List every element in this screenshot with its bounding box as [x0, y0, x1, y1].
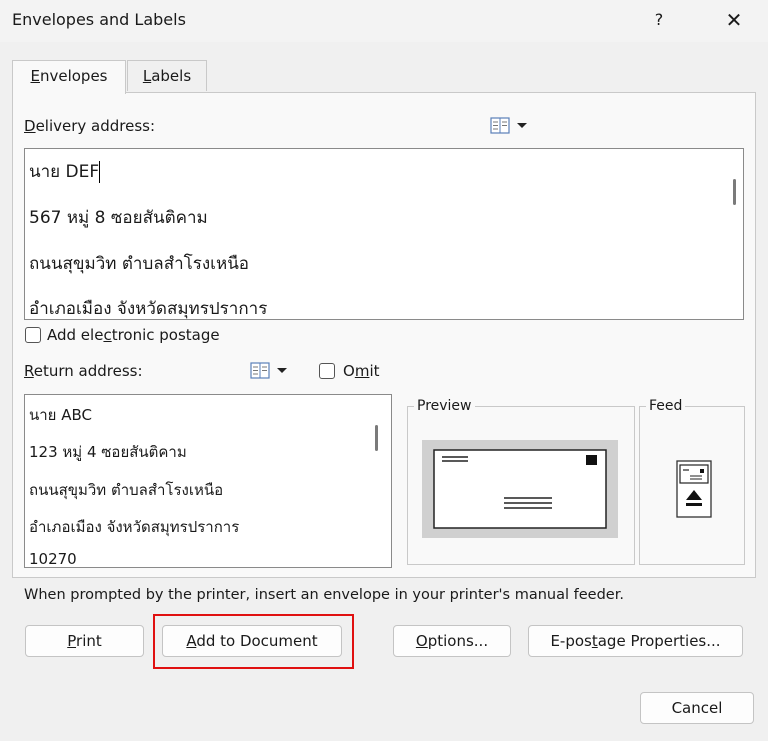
- tab-envelopes-label: nvelopes: [39, 67, 108, 85]
- delivery-address-label: Delivery address:: [24, 117, 155, 135]
- help-button[interactable]: ?: [644, 6, 674, 34]
- delivery-address-line: ถนนสุขุมวิท ตำบลสำโรงเหนือ: [29, 254, 250, 274]
- feed-button[interactable]: [676, 460, 712, 522]
- address-book-icon: [490, 117, 527, 134]
- envelope-preview[interactable]: [422, 440, 618, 538]
- preview-group: Preview: [407, 398, 635, 565]
- print-button[interactable]: Print: [25, 625, 144, 657]
- return-address-label: Return address:: [24, 362, 143, 380]
- epostage-properties-button[interactable]: E-postage Properties...: [528, 625, 743, 657]
- dropdown-arrow-icon: [517, 123, 527, 128]
- delivery-address-label-text: elivery address:: [35, 117, 156, 135]
- feed-title: Feed: [646, 398, 686, 414]
- omit-checkbox[interactable]: [319, 363, 335, 379]
- omit-label[interactable]: Omit: [343, 362, 380, 380]
- return-scrollbar-thumb[interactable]: [375, 425, 378, 451]
- return-address-textbox[interactable]: นาย ABC 123 หมู่ 4 ซอยสันติคาม ถนนสุขุมว…: [24, 394, 392, 568]
- delivery-address-book-button[interactable]: [489, 115, 539, 137]
- tab-envelopes-access-key: E: [30, 67, 40, 85]
- delivery-address-line: อำเภอเมือง จังหวัดสมุทรปราการ: [29, 299, 268, 319]
- delivery-address-line: นาย DEF: [29, 161, 101, 183]
- electronic-postage-label[interactable]: Add electronic postage: [47, 326, 220, 344]
- tab-labels-access-key: L: [142, 67, 152, 85]
- return-address-line: อำเภอเมือง จังหวัดสมุทรปราการ: [29, 518, 240, 536]
- tab-strip: Envelopes Labels: [12, 60, 756, 94]
- return-address-access-key: R: [24, 362, 34, 380]
- return-address-line: ถนนสุขุมวิท ตำบลสำโรงเหนือ: [29, 481, 224, 499]
- delivery-address-textbox[interactable]: นาย DEF 567 หมู่ 8 ซอยสันติคาม ถนนสุขุมว…: [24, 148, 744, 320]
- delivery-address-access-key: D: [24, 117, 36, 135]
- printer-hint: When prompted by the printer, insert an …: [24, 587, 624, 603]
- envelope-feed-icon: [676, 460, 712, 518]
- options-button[interactable]: Options...: [393, 625, 511, 657]
- return-address-book-button[interactable]: [249, 360, 299, 382]
- return-address-line: 10270: [29, 550, 77, 568]
- highlight-box: [153, 614, 354, 669]
- envelope-icon: [433, 449, 607, 529]
- delivery-scrollbar-thumb[interactable]: [733, 179, 736, 205]
- tab-labels-label: abels: [151, 67, 192, 85]
- envelopes-panel: Delivery address: นาย DEF 567 หมู่ 8 ซอย…: [12, 92, 756, 669]
- return-address-line: นาย ABC: [29, 406, 92, 424]
- address-book-icon: [250, 362, 287, 379]
- text-caret: [99, 161, 101, 183]
- dropdown-arrow-icon: [277, 368, 287, 373]
- delivery-address-line: 567 หมู่ 8 ซอยสันติคาม: [29, 208, 208, 228]
- return-address-line: 123 หมู่ 4 ซอยสันติคาม: [29, 443, 187, 461]
- envelopes-labels-dialog: Envelopes and Labels ? ✕ Envelopes Label…: [0, 0, 768, 741]
- return-address-label-text: eturn address:: [33, 362, 143, 380]
- preview-title: Preview: [414, 398, 475, 414]
- close-button[interactable]: ✕: [714, 6, 754, 34]
- tab-labels[interactable]: Labels: [127, 60, 207, 91]
- title-bar: Envelopes and Labels ? ✕: [0, 0, 768, 42]
- cancel-button[interactable]: Cancel: [640, 692, 754, 724]
- electronic-postage-checkbox[interactable]: [25, 327, 41, 343]
- tab-envelopes[interactable]: Envelopes: [12, 60, 126, 94]
- feed-group: Feed: [639, 398, 745, 565]
- window-title: Envelopes and Labels: [12, 10, 186, 29]
